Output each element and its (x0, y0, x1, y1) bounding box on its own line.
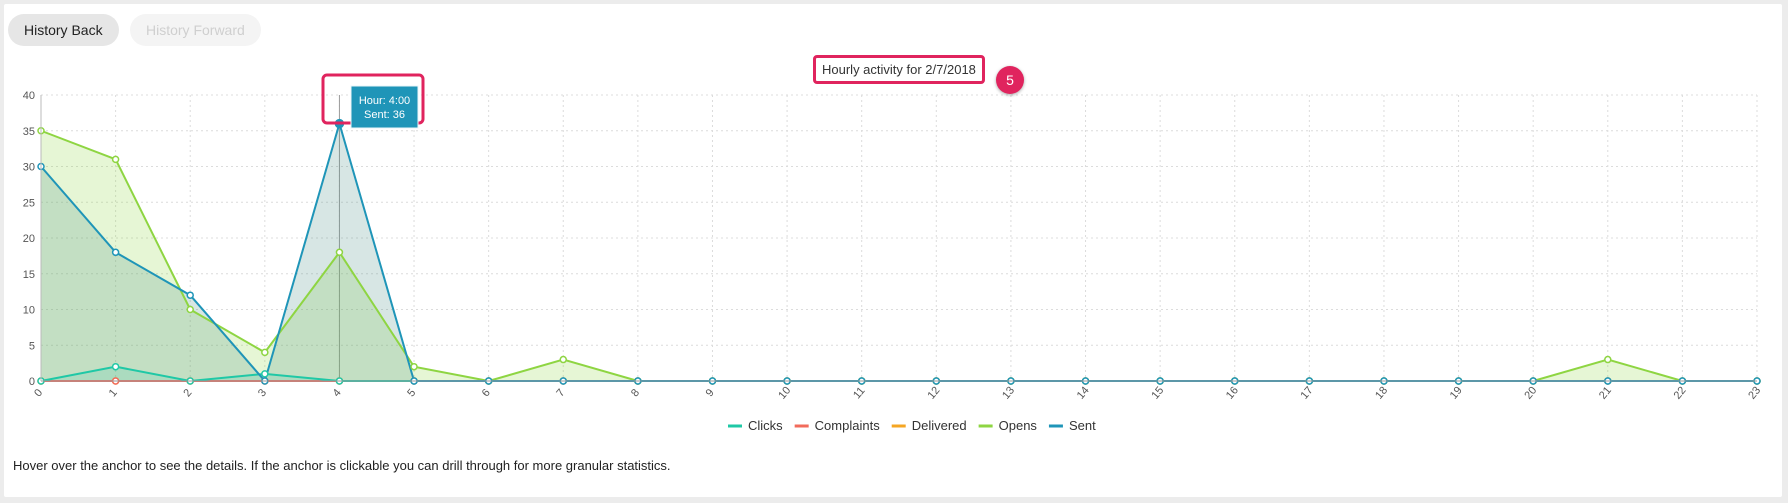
x-tick-label: 22 (1672, 385, 1689, 402)
x-tick-label: 16 (1224, 385, 1241, 402)
point-opens[interactable] (186, 305, 194, 314)
legend-label-delivered[interactable]: Delivered (912, 418, 967, 433)
chart-help-text: Hover over the anchor to see the details… (13, 458, 671, 473)
chart-legend[interactable]: Clicks Complaints Delivered Opens Sent (728, 418, 1096, 433)
x-tick-label: 8 (629, 387, 642, 399)
y-tick-label: 10 (23, 305, 35, 317)
x-tick-label: 0 (32, 387, 45, 399)
point-clicks[interactable] (261, 370, 269, 378)
legend-label-opens[interactable]: Opens (999, 418, 1038, 433)
y-tick-label: 0 (29, 376, 35, 388)
x-tick-label: 7 (554, 387, 567, 399)
legend-label-complaints[interactable]: Complaints (815, 418, 881, 433)
x-tick-label: 20 (1522, 385, 1539, 402)
tooltip-line-2: Sent: 36 (364, 109, 405, 121)
point-opens[interactable] (261, 348, 269, 357)
chart-title: Hourly activity for 2/7/2018 (813, 55, 985, 84)
point-clicks[interactable] (111, 362, 120, 371)
x-tick-label: 9 (704, 387, 717, 399)
point-opens[interactable] (111, 155, 120, 164)
y-tick-label: 5 (29, 340, 35, 352)
x-tick-label: 14 (1075, 385, 1092, 402)
x-tick-label: 2 (181, 387, 194, 399)
tooltip-line-1: Hour: 4:00 (359, 95, 410, 107)
point-opens[interactable] (559, 355, 568, 364)
legend-label-sent[interactable]: Sent (1069, 418, 1096, 433)
y-tick-label: 15 (23, 269, 35, 281)
y-tick-label: 25 (23, 197, 35, 209)
x-tick-label: 3 (256, 387, 269, 399)
x-tick-label: 4 (331, 387, 344, 399)
x-tick-label: 23 (1746, 385, 1763, 402)
y-tick-label: 20 (23, 233, 35, 245)
legend-label-clicks[interactable]: Clicks (748, 418, 783, 433)
x-tick-label: 13 (1000, 385, 1017, 402)
x-tick-label: 21 (1597, 385, 1614, 402)
point-sent[interactable] (111, 248, 120, 257)
point-opens[interactable] (410, 362, 418, 371)
y-tick-label: 40 (23, 90, 35, 102)
step-badge: 5 (996, 66, 1024, 94)
point-opens[interactable] (1604, 355, 1612, 364)
x-tick-label: 6 (480, 387, 493, 399)
x-tick-label: 17 (1299, 385, 1316, 402)
x-tick-label: 19 (1448, 385, 1465, 402)
point-sent[interactable] (186, 291, 194, 299)
x-tick-label: 12 (925, 385, 942, 402)
series-areas (41, 123, 1757, 381)
x-tick-label: 5 (405, 387, 418, 399)
x-tick-label: 11 (851, 385, 868, 401)
point-opens[interactable] (335, 248, 344, 257)
x-tick-label: 18 (1373, 385, 1390, 402)
y-tick-label: 30 (23, 162, 35, 174)
tooltip-box (350, 85, 419, 129)
x-tick-label: 1 (107, 387, 120, 399)
x-tick-label: 15 (1149, 385, 1166, 402)
x-tick-label: 10 (776, 385, 793, 402)
area-sent (41, 123, 1757, 381)
y-tick-label: 35 (23, 126, 35, 138)
